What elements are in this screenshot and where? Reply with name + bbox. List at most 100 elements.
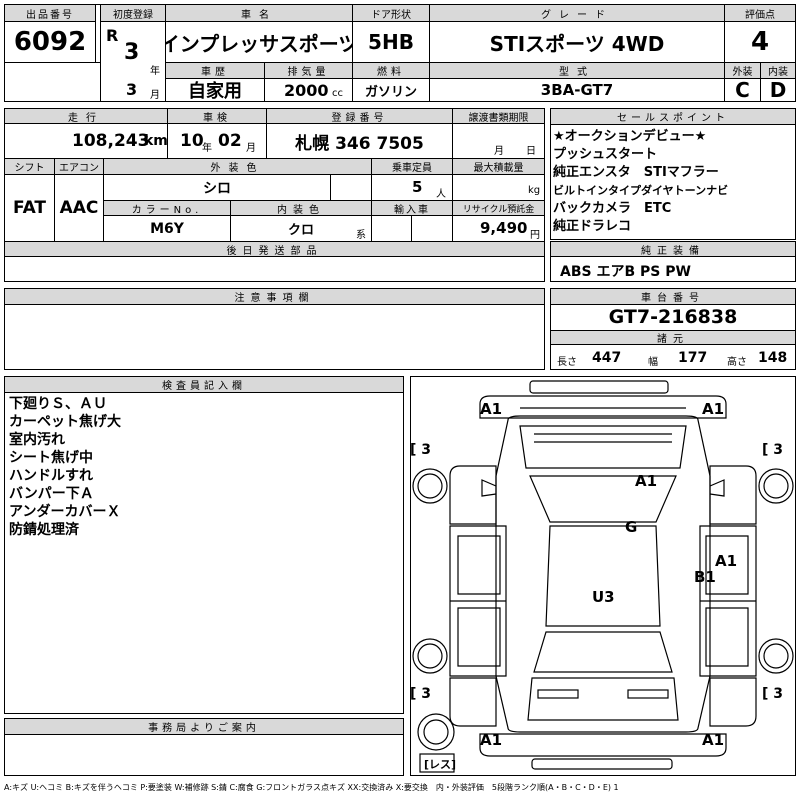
later-parts-cell	[4, 256, 545, 282]
sales-point-item: 純正ドラレコ	[553, 219, 632, 234]
plate: 札幌 346 7505	[295, 133, 424, 154]
inspection-month: 02	[218, 131, 242, 151]
office-label: 事務局よりご案内	[4, 718, 404, 735]
car-diagram: A1 A1 A1 G A1 B1 U3 A1 A1 [ 3 [ 3 [ 3 [ …	[410, 380, 794, 773]
inspector-note: 室内汚れ	[9, 432, 65, 448]
height-label: 高さ	[727, 357, 747, 368]
lot-no: 6092	[13, 27, 87, 57]
displacement: 2000	[284, 81, 329, 100]
inspector-notes: 下廻りＳ、ＡＵ カーペット焦げ大 室内汚れ シート焦げ中 ハンドルすれ バンパー…	[9, 395, 399, 539]
length-label: 長さ	[557, 357, 577, 368]
ac: AAC	[59, 198, 99, 218]
sales-point-item: ビルトインタイプダイヤトーンナビ	[553, 184, 729, 197]
score-label: 評価点	[724, 4, 796, 22]
notes-label: 注意事項欄	[4, 288, 545, 305]
displacement-label: 排気量	[264, 62, 353, 79]
damage-right-side-2: B1	[694, 568, 716, 586]
height: 148	[758, 350, 788, 366]
reg-month: 3	[126, 80, 138, 99]
shift-label: シフト	[4, 158, 55, 175]
sales-points-list: ★オークションデビュー★ プッシュスタート 純正エンスタ STIマフラー ビルト…	[553, 128, 793, 236]
sales-point-item: バックカメラ ETC	[553, 201, 672, 216]
legend: A:キズ U:ヘコミ B:キズを伴うヘコミ P:要塗装 W:補修跡 S:錆 C:…	[4, 783, 619, 792]
trunk	[527, 677, 679, 721]
grade: STIスポーツ 4WD	[489, 31, 665, 56]
inspector-note: カーペット焦げ大	[9, 414, 121, 430]
load-unit: kg	[528, 185, 541, 196]
damage-right-side-1: A1	[715, 552, 737, 570]
inspector-note: ハンドルすれ	[9, 468, 93, 484]
damage-rear-right: A1	[702, 731, 724, 749]
ac-label: エアコン	[54, 158, 104, 175]
era: R	[106, 26, 119, 45]
car-name-label: 車名	[165, 4, 353, 22]
sales-point-item: 純正エンスタ STIマフラー	[553, 165, 719, 180]
transfer-month-unit: 月	[494, 146, 504, 157]
front-grille	[529, 380, 669, 394]
load-label: 最大積載量	[452, 158, 545, 175]
model: 3BA-GT7	[540, 81, 614, 99]
genuine-equipment: ABS エアB PS PW	[560, 264, 691, 280]
sales-point-item: プッシュスタート	[553, 147, 658, 162]
inspection-label: 車検	[167, 108, 267, 124]
inspection-month-unit: 月	[246, 143, 256, 154]
lot-no-label: 出品番号	[4, 4, 96, 22]
genuine-label: 純正装備	[550, 241, 796, 257]
door: 5HB	[368, 30, 414, 54]
inspector-note: 防錆処理済	[9, 522, 79, 538]
recycle-unit: 円	[530, 230, 540, 241]
reg-month-unit: 月	[150, 90, 160, 101]
capacity-label: 乗車定員	[371, 158, 453, 175]
score: 4	[750, 27, 770, 57]
int-color: クロ	[287, 223, 314, 238]
inspector-label: 検査員記入欄	[4, 376, 404, 393]
capacity-unit: 人	[436, 189, 446, 200]
model-label: 型式	[429, 62, 725, 79]
recycle: 9,490	[480, 219, 528, 237]
int-color-label: 内装色	[230, 200, 372, 216]
inspector-note: アンダーカバーＸ	[9, 504, 121, 520]
int-color-unit: 系	[356, 230, 366, 241]
length: 447	[592, 350, 622, 366]
mileage-unit: km	[144, 133, 168, 149]
displacement-unit: cc	[332, 88, 343, 99]
tire-tread-rear-left: [ 3	[410, 686, 431, 702]
grade-label: グレード	[429, 4, 725, 22]
spare-label: [レス]	[424, 758, 456, 771]
damage-front-left: A1	[480, 400, 502, 418]
damage-windshield: G	[625, 518, 637, 536]
chassis-number: GT7-216838	[608, 306, 738, 328]
fuel: ガソリン	[364, 84, 417, 100]
history-label: 車歴	[165, 62, 265, 79]
car-body	[495, 415, 711, 733]
inspector-note: バンパー下Ａ	[9, 486, 94, 502]
dims-label: 諸元	[550, 330, 796, 345]
damage-front-right: A1	[702, 400, 724, 418]
rear-bumper	[479, 733, 727, 757]
front-bumper	[479, 395, 727, 419]
capacity: 5	[412, 178, 423, 196]
history: 自家用	[188, 81, 242, 102]
plate-label: 登録番号	[266, 108, 453, 124]
inspector-note: 下廻りＳ、ＡＵ	[9, 396, 107, 412]
sales-points-label: セールスポイント	[550, 108, 796, 125]
damage-rear-left: A1	[480, 731, 502, 749]
hood	[519, 425, 687, 469]
chassis-label: 車台番号	[550, 288, 796, 305]
color-label: 外装色	[103, 158, 372, 175]
color-sub-cell	[330, 174, 372, 201]
exterior-score: C	[735, 78, 750, 102]
interior-score: D	[769, 78, 787, 102]
inspection-year: 10	[180, 131, 204, 151]
color-no-label: カラーNo.	[103, 200, 231, 216]
mileage: 108,243	[72, 131, 150, 151]
reg-year: 3	[124, 40, 140, 65]
damage-hood: A1	[635, 472, 657, 490]
color: シロ	[203, 180, 231, 197]
tire-tread-front-left: [ 3	[410, 442, 431, 458]
inspection-year-unit: 年	[202, 143, 212, 154]
rear-glass	[533, 631, 673, 673]
width: 177	[678, 350, 708, 366]
sales-point-item: ★オークションデビュー★	[553, 129, 707, 144]
later-parts-label: 後日発送部品	[4, 241, 545, 257]
